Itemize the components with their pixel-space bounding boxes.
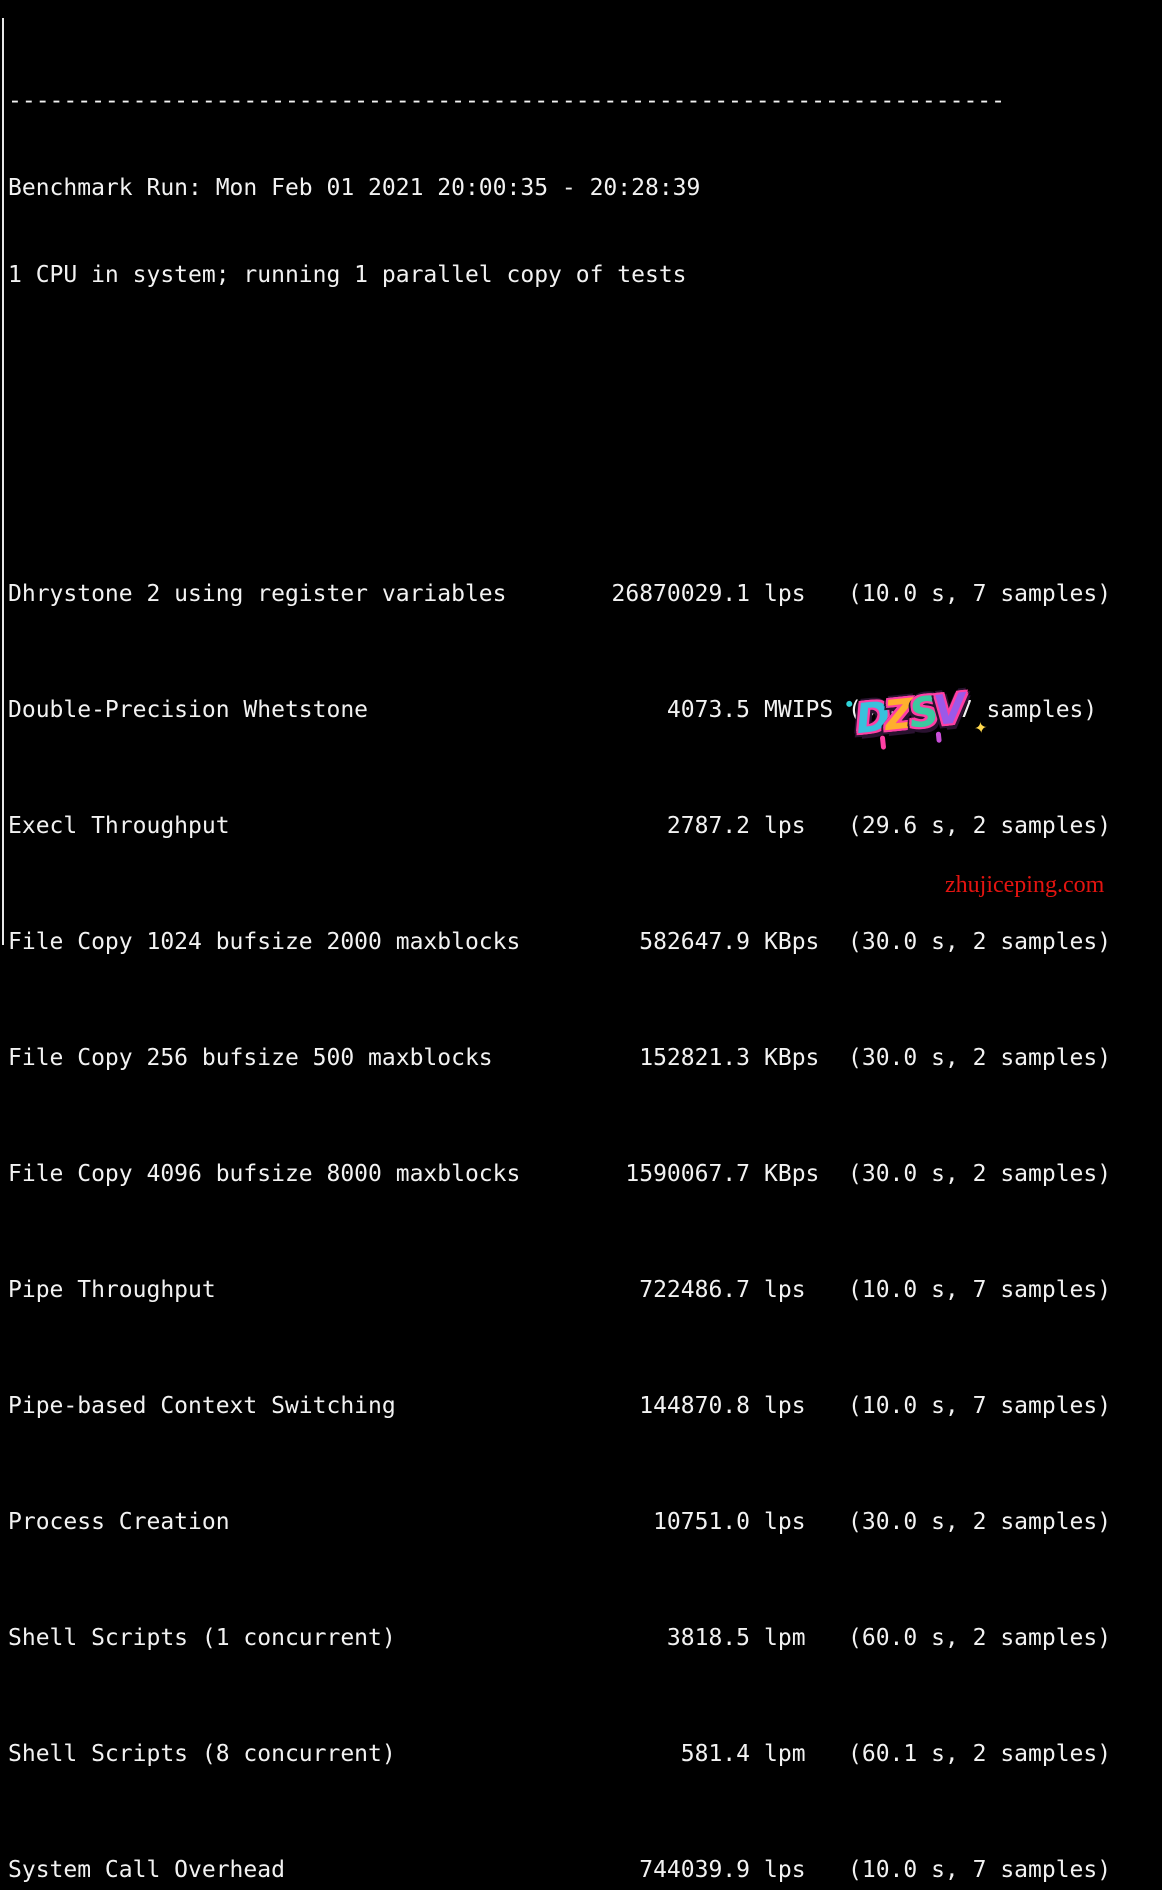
- test-unit: KBps: [764, 929, 820, 955]
- test-name: Pipe Throughput: [8, 1277, 216, 1303]
- result-row: Pipe Throughput 722486.7 lps (10.0 s, 7 …: [8, 1276, 1162, 1305]
- system-info-line: 1 CPU in system; running 1 parallel copy…: [8, 262, 687, 288]
- test-name: File Copy 256 bufsize 500 maxblocks: [8, 1045, 493, 1071]
- graffiti-letter-v: V: [931, 684, 963, 735]
- test-value: 581.4: [680, 1741, 750, 1767]
- test-samples: (10.0 s, 7 samples): [848, 1857, 1112, 1883]
- test-unit: lps: [764, 1509, 806, 1535]
- test-name: File Copy 1024 bufsize 2000 maxblocks: [8, 929, 521, 955]
- test-unit: lps: [764, 1857, 806, 1883]
- benchmark-run-header: Benchmark Run: Mon Feb 01 2021 20:00:35 …: [8, 175, 701, 201]
- site-watermark: zhujiceping.com: [945, 872, 1105, 898]
- test-value: 10751.0: [653, 1509, 750, 1535]
- test-name: File Copy 4096 bufsize 8000 maxblocks: [8, 1161, 521, 1187]
- test-name: Execl Throughput: [8, 813, 230, 839]
- test-samples: (60.1 s, 2 samples): [848, 1741, 1112, 1767]
- test-unit: lpm: [764, 1625, 806, 1651]
- test-value: 3818.5: [666, 1625, 750, 1651]
- result-row: System Call Overhead 744039.9 lps (10.0 …: [8, 1856, 1162, 1885]
- test-unit: KBps: [764, 1161, 820, 1187]
- graffiti-drip: [935, 731, 942, 743]
- test-name: Pipe-based Context Switching: [8, 1393, 396, 1419]
- test-name: Double-Precision Whetstone: [8, 697, 369, 723]
- test-unit: lps: [764, 1393, 806, 1419]
- test-value: 144870.8: [639, 1393, 750, 1419]
- test-samples: (30.0 s, 2 samples): [848, 929, 1112, 955]
- test-value: 26870029.1: [611, 581, 750, 607]
- result-row: Dhrystone 2 using register variables 268…: [8, 580, 1162, 609]
- separator-line: ----------------------------------------…: [8, 88, 1005, 114]
- test-value: 1590067.7: [625, 1161, 750, 1187]
- test-unit: MWIPS: [764, 697, 834, 723]
- test-unit: KBps: [764, 1045, 820, 1071]
- test-value: 152821.3: [639, 1045, 750, 1071]
- test-value: 744039.9: [639, 1857, 750, 1883]
- test-samples: (29.6 s, 2 samples): [848, 813, 1112, 839]
- test-samples: (10.0 s, 7 samples): [848, 1277, 1112, 1303]
- test-name: Dhrystone 2 using register variables: [8, 581, 507, 607]
- test-samples: (30.0 s, 2 samples): [848, 1161, 1112, 1187]
- test-name: Process Creation: [8, 1509, 230, 1535]
- test-name: Shell Scripts (1 concurrent): [8, 1625, 396, 1651]
- test-unit: lps: [764, 581, 806, 607]
- result-row: Shell Scripts (8 concurrent) 581.4 lpm (…: [8, 1740, 1162, 1769]
- test-name: System Call Overhead: [8, 1857, 285, 1883]
- result-row: File Copy 4096 bufsize 8000 maxblocks 15…: [8, 1160, 1162, 1189]
- test-unit: lps: [764, 813, 806, 839]
- result-row: File Copy 256 bufsize 500 maxblocks 1528…: [8, 1044, 1162, 1073]
- result-row: Execl Throughput 2787.2 lps (29.6 s, 2 s…: [8, 812, 1162, 841]
- left-border-line: [2, 18, 4, 945]
- result-row: Shell Scripts (1 concurrent) 3818.5 lpm …: [8, 1624, 1162, 1653]
- result-row: Double-Precision Whetstone 4073.5 MWIPS …: [8, 696, 1162, 725]
- test-samples: (60.0 s, 2 samples): [848, 1625, 1112, 1651]
- terminal-output: ----------------------------------------…: [0, 0, 1162, 1883]
- test-samples: (10.0 s, 7 samples): [848, 1393, 1112, 1419]
- test-value: 722486.7: [639, 1277, 750, 1303]
- test-value: 4073.5: [666, 697, 750, 723]
- test-name: Shell Scripts (8 concurrent): [8, 1741, 396, 1767]
- test-samples: (10.0 s, 7 samples): [848, 581, 1112, 607]
- results-table: Dhrystone 2 using register variables 268…: [8, 464, 1162, 1890]
- test-samples: (30.0 s, 2 samples): [848, 1045, 1112, 1071]
- result-row: Process Creation 10751.0 lps (30.0 s, 2 …: [8, 1508, 1162, 1537]
- result-row: Pipe-based Context Switching 144870.8 lp…: [8, 1392, 1162, 1421]
- test-value: 2787.2: [666, 813, 750, 839]
- test-unit: lps: [764, 1277, 806, 1303]
- test-value: 582647.9: [639, 929, 750, 955]
- test-samples: (30.0 s, 2 samples): [848, 1509, 1112, 1535]
- test-unit: lpm: [764, 1741, 806, 1767]
- result-row: File Copy 1024 bufsize 2000 maxblocks 58…: [8, 928, 1162, 957]
